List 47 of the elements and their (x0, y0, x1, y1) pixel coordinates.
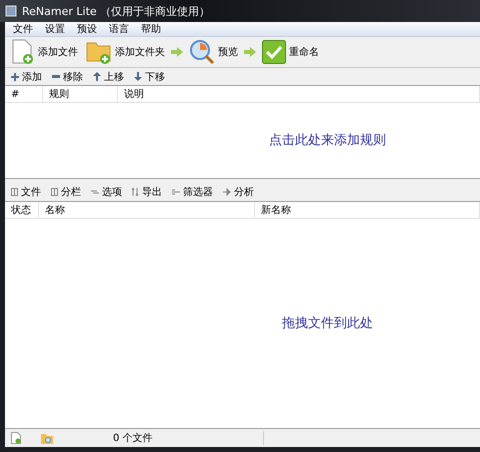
arrow-icon (171, 47, 183, 57)
column-header[interactable]: # (5, 86, 43, 102)
options-icon (91, 189, 99, 196)
minus-icon (52, 75, 60, 78)
add-file-icon[interactable] (11, 432, 21, 444)
filter-icon (172, 189, 180, 196)
toolbar-button[interactable]: 添加文件 (9, 39, 80, 65)
files-toolbar-button[interactable]: 文件 (9, 185, 43, 200)
rules-toolbar-button[interactable]: 添加 (9, 70, 44, 84)
analyze-icon (223, 188, 231, 196)
rules-toolbar-button[interactable]: 下移 (132, 70, 167, 84)
columns-icon (11, 188, 18, 196)
menu-item[interactable]: 文件 (7, 22, 39, 36)
files-toolbar-button[interactable]: 分析 (221, 185, 256, 200)
up-arrow-icon (93, 72, 101, 81)
column-header[interactable]: 名称 (39, 202, 255, 218)
drop-files-hint: 拖拽文件到此处 (282, 315, 373, 332)
app-icon (5, 5, 17, 17)
add-file-icon (11, 39, 35, 65)
column-header[interactable]: 规则 (43, 86, 118, 102)
arrow-icon (244, 47, 256, 57)
menu-item[interactable]: 语言 (103, 22, 135, 36)
column-header[interactable]: 说明 (118, 86, 480, 102)
checkmark-icon (262, 40, 286, 64)
toolbar-button[interactable]: 重命名 (260, 40, 321, 64)
files-toolbar-button[interactable]: 选项 (89, 185, 124, 200)
menu-item[interactable]: 预设 (71, 22, 103, 36)
toolbar-button[interactable]: 预览 (187, 39, 240, 65)
menu-item[interactable]: 帮助 (135, 22, 167, 36)
folder-search-icon[interactable] (41, 432, 53, 444)
files-toolbar-button[interactable]: 导出 (130, 185, 164, 200)
add-rules-hint[interactable]: 点击此处来添加规则 (269, 131, 386, 150)
column-header[interactable]: 状态 (5, 202, 39, 218)
window-title: ReNamer Lite （仅用于非商业使用） (22, 4, 210, 18)
rules-toolbar-button[interactable]: 上移 (91, 70, 126, 84)
column-header[interactable]: 新名称 (255, 202, 480, 218)
file-count: 0 个文件 (113, 431, 264, 445)
menu-item[interactable]: 设置 (39, 22, 71, 36)
toolbar-button[interactable]: 添加文件夹 (84, 39, 167, 65)
rules-toolbar-button[interactable]: 移除 (50, 70, 85, 84)
down-arrow-icon (134, 72, 142, 81)
columns-icon (51, 188, 58, 196)
magnifier-icon (189, 39, 215, 65)
export-icon (132, 188, 139, 196)
files-toolbar-button[interactable]: 筛选器 (170, 185, 215, 200)
plus-icon (11, 72, 19, 80)
files-toolbar-button[interactable]: 分栏 (49, 185, 83, 200)
